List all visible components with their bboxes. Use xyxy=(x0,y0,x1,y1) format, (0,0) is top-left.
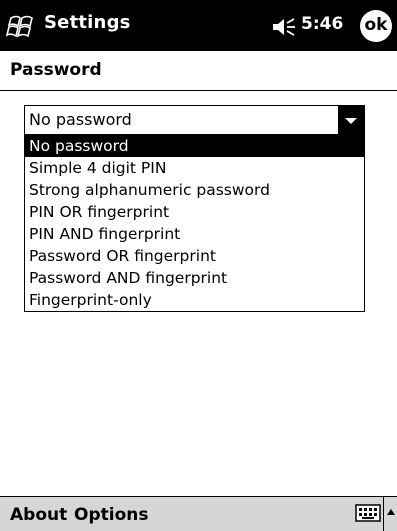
dropdown-option-fingerprint-only[interactable]: Fingerprint-only xyxy=(25,289,364,311)
dropdown-option-strong-password[interactable]: Strong alphanumeric password xyxy=(25,179,364,201)
title-bar: Settings 5:46 ok xyxy=(0,0,397,51)
dropdown-option-simple-pin[interactable]: Simple 4 digit PIN xyxy=(25,157,364,179)
dropdown-option-password-and-fingerprint[interactable]: Password AND fingerprint xyxy=(25,267,364,289)
keyboard-icon[interactable] xyxy=(355,504,381,522)
header-divider xyxy=(0,90,397,91)
input-panel-arrow-icon[interactable] xyxy=(383,497,397,531)
volume-icon[interactable] xyxy=(272,18,296,36)
menu-bar: About Options xyxy=(0,496,397,531)
ok-button[interactable]: ok xyxy=(360,10,392,42)
dropdown-option-no-password[interactable]: No password xyxy=(25,135,364,157)
dropdown-option-pin-and-fingerprint[interactable]: PIN AND fingerprint xyxy=(25,223,364,245)
menu-options[interactable]: Options xyxy=(74,505,148,525)
page-title: Password xyxy=(10,60,102,80)
password-type-combobox[interactable]: No password xyxy=(24,105,365,135)
combobox-value: No password xyxy=(29,110,132,129)
dropdown-option-pin-or-fingerprint[interactable]: PIN OR fingerprint xyxy=(25,201,364,223)
chevron-down-icon[interactable] xyxy=(338,106,364,134)
password-type-dropdown-list: No password Simple 4 digit PIN Strong al… xyxy=(24,135,365,312)
dropdown-option-password-or-fingerprint[interactable]: Password OR fingerprint xyxy=(25,245,364,267)
menu-about[interactable]: About xyxy=(10,505,67,525)
clock[interactable]: 5:46 xyxy=(301,14,343,34)
windows-start-icon[interactable] xyxy=(5,12,37,40)
app-title: Settings xyxy=(44,12,131,33)
